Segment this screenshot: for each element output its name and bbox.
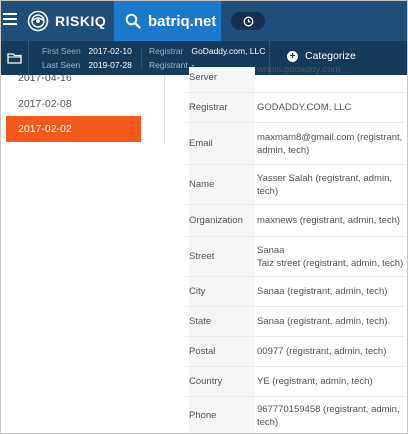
logo-text: RISKIQ	[55, 13, 107, 29]
categorize-button[interactable]: + Categorize	[287, 50, 356, 62]
field-value: Sanaa (registrant, admin, tech)	[257, 277, 405, 306]
top-bar: RISKIQ batriq.net	[1, 1, 407, 41]
last-seen-value: 2019-07-28	[88, 60, 132, 70]
table-row: Name Yasser Salah (registrant, admin, te…	[185, 165, 405, 205]
field-label: Postal	[189, 337, 255, 366]
country-value[interactable]: YE (registrant, admin, tech)	[257, 375, 373, 388]
menu-icon[interactable]	[3, 13, 17, 27]
name-value[interactable]: Yasser Salah (registrant, admin, tech)	[257, 172, 405, 198]
logo[interactable]: RISKIQ	[27, 10, 106, 32]
date-label: 2017-02-02	[18, 123, 72, 135]
whois-history-list: 2017-04-16 2017-02-08 2017-02-02	[1, 75, 166, 433]
date-item[interactable]: 2017-04-16	[6, 75, 141, 91]
table-row: Phone 967770159458 (registrant, admin, t…	[185, 397, 405, 433]
field-value: Yasser Salah (registrant, admin, tech)	[257, 165, 405, 204]
folder-button[interactable]	[1, 41, 29, 75]
email-value[interactable]: maxmam8@gmail.com (registrant, admin, te…	[257, 131, 405, 157]
registrar-value: GoDaddy.com, LLC	[191, 46, 266, 56]
table-row: State Sanaa (registrant, admin, tech)	[185, 307, 405, 337]
field-value: Sanaa (registrant, admin, tech)	[257, 307, 405, 336]
state-value[interactable]: Sanaa (registrant, admin, tech)	[257, 315, 387, 328]
postal-value[interactable]: 00977 (registrant, admin, tech)	[257, 345, 386, 358]
first-seen-label: First Seen	[42, 46, 81, 56]
field-value: 967770159458 (registrant, admin, tech)	[257, 397, 405, 433]
field-value: YE (registrant, admin, tech)	[257, 367, 405, 396]
table-row: Organization maxnews (registrant, admin,…	[185, 205, 405, 237]
field-value: maxmam8@gmail.com (registrant, admin, te…	[257, 123, 405, 164]
field-label: Street	[189, 237, 255, 276]
organization-value[interactable]: maxnews (registrant, admin, tech)	[257, 214, 400, 227]
history-button[interactable]	[231, 12, 265, 30]
field-label: State	[189, 307, 255, 336]
categorize-label: Categorize	[305, 50, 356, 62]
first-seen-value: 2017-02-10	[88, 46, 132, 56]
date-item[interactable]: 2017-02-08	[6, 91, 141, 117]
registrar-label: Registrar	[149, 46, 184, 56]
field-value: Sanaa Taiz street (registrant, admin, te…	[257, 237, 405, 276]
table-row: Server whois.godaddy.com	[185, 67, 405, 93]
seen-dates: First Seen 2017-02-10 Last Seen 2019-07-…	[42, 44, 132, 72]
field-label: Organization	[189, 205, 255, 236]
field-label: Phone	[189, 397, 255, 433]
field-label: Registrar	[189, 93, 255, 122]
search-icon	[125, 13, 141, 29]
street-line-2[interactable]: Taiz street (registrant, admin, tech)	[257, 257, 403, 270]
field-label: Country	[189, 367, 255, 396]
folder-icon	[7, 53, 22, 64]
plus-icon: +	[287, 50, 298, 62]
table-row: Postal 00977 (registrant, admin, tech)	[185, 337, 405, 367]
table-row: City Sanaa (registrant, admin, tech)	[185, 277, 405, 307]
date-item-selected[interactable]: 2017-02-02	[6, 116, 141, 142]
table-row: Email maxmam8@gmail.com (registrant, adm…	[185, 123, 405, 165]
table-row: Country YE (registrant, admin, tech)	[185, 367, 405, 397]
street-line-1[interactable]: Sanaa	[257, 244, 403, 257]
list-divider	[164, 75, 165, 143]
date-label: 2017-02-08	[18, 98, 72, 110]
field-label: Server	[189, 67, 255, 92]
field-value: maxnews (registrant, admin, tech)	[257, 205, 405, 236]
registrant-label: Registrant	[149, 60, 188, 70]
date-label: 2017-04-16	[18, 75, 72, 84]
search-tab[interactable]: batriq.net	[114, 1, 221, 41]
field-value: GODADDY.COM, LLC	[257, 102, 352, 113]
field-value: whois.godaddy.com	[257, 67, 341, 75]
search-query: batriq.net	[148, 12, 217, 30]
table-row: Street Sanaa Taiz street (registrant, ad…	[185, 237, 405, 277]
whois-details-table: Server whois.godaddy.com Registrar GODAD…	[185, 67, 405, 433]
field-label: Name	[189, 165, 255, 204]
table-row: Registrar GODADDY.COM, LLC	[185, 93, 405, 123]
city-value[interactable]: Sanaa (registrant, admin, tech)	[257, 285, 387, 298]
riskiq-logo-icon	[27, 10, 49, 32]
history-icon	[243, 16, 253, 26]
last-seen-label: Last Seen	[42, 60, 81, 70]
field-label: City	[189, 277, 255, 306]
field-label: Email	[189, 123, 255, 164]
app-window: RISKIQ batriq.net First Seen 2017-02-10 …	[0, 0, 408, 434]
field-value: 00977 (registrant, admin, tech)	[257, 337, 405, 366]
summary-divider	[141, 47, 142, 69]
phone-value[interactable]: 967770159458 (registrant, admin, tech)	[257, 403, 405, 429]
